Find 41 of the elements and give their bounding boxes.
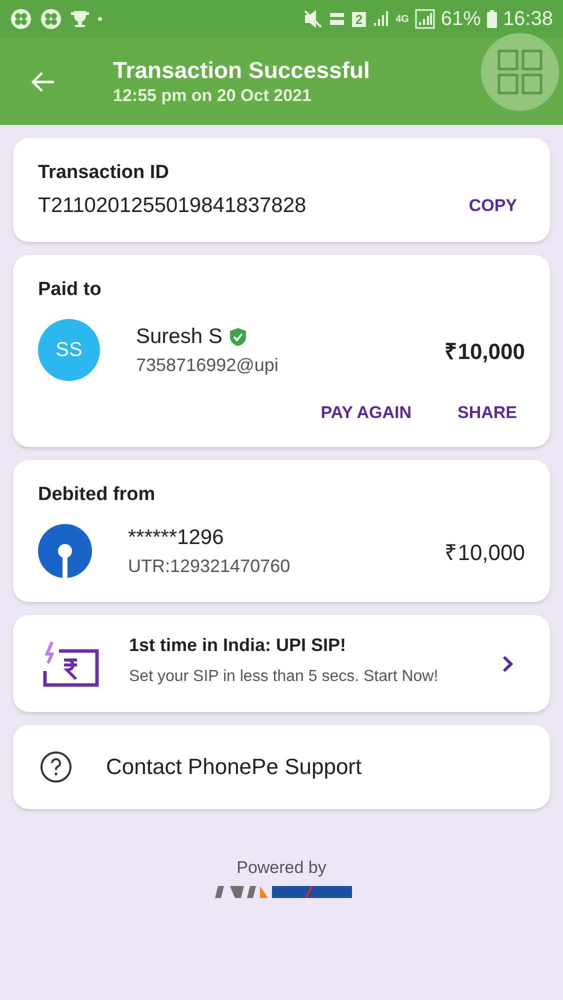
signal-icon	[372, 10, 390, 28]
pay-again-button[interactable]: PAY AGAIN	[312, 403, 420, 423]
page-title: Transaction Successful	[113, 57, 370, 84]
transaction-id: T2110201255019841837828	[38, 194, 306, 218]
dot-icon	[98, 17, 102, 21]
payee-name: Suresh S	[136, 324, 222, 348]
clock: 16:38	[502, 8, 553, 30]
app-icon	[40, 8, 62, 30]
section-label: Debited from	[38, 484, 156, 506]
section-label: Transaction ID	[38, 162, 170, 184]
trophy-icon	[70, 9, 90, 29]
battery-percent: 61%	[440, 8, 481, 30]
help-icon	[40, 751, 72, 783]
promo-text: Set your SIP in less than 5 secs. Start Now!	[129, 667, 440, 687]
battery-icon	[486, 10, 497, 28]
amount: ₹10,000	[444, 539, 525, 566]
rupee-card-icon	[43, 640, 99, 686]
page-subtitle: 12:55 pm on 20 Oct 2021	[113, 86, 312, 106]
network-label: 4G	[396, 14, 409, 24]
upi-id: 7358716992@upi	[136, 354, 280, 376]
copy-button[interactable]: COPY	[460, 196, 525, 216]
chevron-right-icon	[502, 654, 514, 672]
back-arrow-icon[interactable]	[30, 70, 56, 94]
share-button[interactable]: SHARE	[449, 403, 525, 423]
app-icon	[10, 8, 32, 30]
sim-badge: 2	[352, 12, 366, 26]
bank-logo-icon	[38, 524, 92, 578]
amount: ₹10,000	[444, 338, 525, 365]
avatar: SS	[38, 319, 100, 381]
account-number: ******1296	[128, 526, 225, 550]
grid-icon	[497, 49, 543, 95]
mute-icon	[304, 10, 322, 28]
promo-card[interactable]: 1st time in India: UPI SIP! Set your SIP in less than 5 secs. Start Now!	[13, 615, 550, 712]
powered-by-label: Powered by	[236, 858, 326, 878]
promo-title: 1st time in India: UPI SIP!	[129, 635, 348, 656]
support-card[interactable]: Contact PhonePe Support	[13, 725, 550, 809]
utr-number: UTR:129321470760	[128, 556, 292, 576]
section-label: Paid to	[38, 279, 102, 301]
support-label: Contact PhonePe Support	[106, 754, 362, 780]
signal-icon	[414, 9, 435, 29]
bank-logo-icon	[272, 886, 352, 898]
